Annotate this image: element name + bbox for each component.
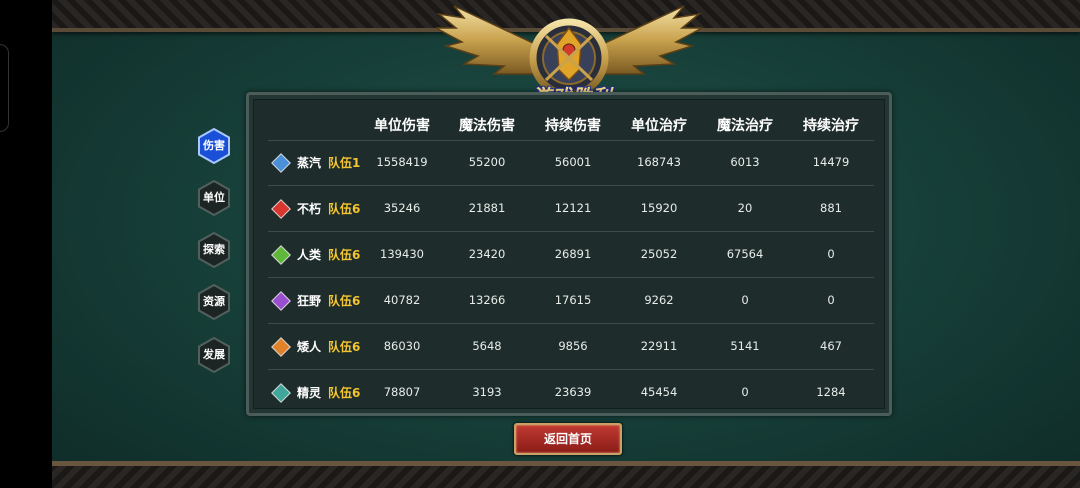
device-left-bezel (0, 0, 52, 488)
divider (268, 277, 874, 278)
stat-cell: 86030 (383, 339, 421, 353)
stat-cell: 0 (741, 293, 749, 307)
stat-cell: 1284 (816, 385, 846, 399)
divider (268, 323, 874, 324)
tab-units-label: 单位 (203, 191, 225, 204)
race-gem-icon (271, 337, 291, 357)
tab-resources-label: 资源 (203, 295, 225, 308)
stat-cell: 0 (741, 385, 749, 399)
team-label: 队伍6 (328, 248, 361, 262)
game-screen: 游戏胜利 伤害 单位 探索 资源 发展 单位伤害 魔法伤害 (52, 0, 1080, 488)
column-header: 魔法伤害 (459, 118, 515, 134)
race-gem-icon (271, 245, 291, 265)
team-label: 队伍6 (328, 202, 361, 216)
stats-table: 单位伤害 魔法伤害 持续伤害 单位治疗 魔法治疗 持续治疗 蒸汽 队伍1 155… (253, 99, 885, 409)
team-label: 队伍6 (328, 386, 361, 400)
stat-cell: 881 (820, 201, 842, 215)
team-label: 队伍1 (328, 156, 361, 170)
race-gem-icon (271, 383, 291, 403)
race-gem-icon (271, 199, 291, 219)
race-name: 人类 (297, 248, 322, 262)
tab-development[interactable]: 发展 (196, 337, 232, 373)
stat-cell: 40782 (383, 293, 421, 307)
stat-cell: 3193 (472, 385, 502, 399)
stat-cell: 25052 (640, 247, 678, 261)
stat-cell: 21881 (468, 201, 506, 215)
tab-development-label: 发展 (203, 348, 225, 361)
stat-cell: 467 (820, 339, 842, 353)
stat-cell: 22911 (640, 339, 678, 353)
stat-cell: 67564 (726, 247, 764, 261)
race-name: 狂野 (297, 294, 322, 308)
column-header: 持续伤害 (545, 118, 601, 134)
stat-cell: 6013 (730, 155, 760, 169)
stat-cell: 23420 (468, 247, 506, 261)
column-header: 魔法治疗 (717, 118, 773, 134)
stat-cell: 12121 (554, 201, 592, 215)
stat-cell: 5648 (472, 339, 502, 353)
race-name: 精灵 (297, 386, 322, 400)
stat-cell: 139430 (380, 247, 424, 261)
team-label: 队伍6 (328, 340, 361, 354)
column-header: 单位治疗 (631, 118, 687, 134)
tab-explore[interactable]: 探索 (196, 232, 232, 268)
divider (268, 369, 874, 370)
bottom-border (52, 461, 1080, 488)
stat-cell: 15920 (640, 201, 678, 215)
stat-cell: 26891 (554, 247, 592, 261)
stat-cell: 20 (737, 201, 753, 215)
device-notch (0, 44, 9, 132)
race-gem-icon (271, 153, 291, 173)
stat-cell: 9856 (558, 339, 588, 353)
tab-damage[interactable]: 伤害 (196, 128, 232, 164)
stat-cell: 13266 (468, 293, 506, 307)
divider (268, 231, 874, 232)
team-label: 队伍6 (328, 294, 361, 308)
stat-cell: 0 (827, 247, 835, 261)
stat-cell: 5141 (730, 339, 760, 353)
divider (268, 185, 874, 186)
stat-cell: 9262 (644, 293, 674, 307)
tab-resources[interactable]: 资源 (196, 284, 232, 320)
tab-damage-label: 伤害 (203, 139, 225, 152)
stat-cell: 56001 (554, 155, 592, 169)
column-header: 持续治疗 (803, 118, 859, 134)
stat-cell: 168743 (637, 155, 681, 169)
tab-units[interactable]: 单位 (196, 180, 232, 216)
stat-cell: 1558419 (376, 155, 428, 169)
stat-cell: 35246 (383, 201, 421, 215)
column-header: 单位伤害 (374, 118, 430, 134)
stats-panel: 单位伤害 魔法伤害 持续伤害 单位治疗 魔法治疗 持续治疗 蒸汽 队伍1 155… (246, 92, 892, 416)
divider (268, 140, 874, 141)
stat-cell: 78807 (383, 385, 421, 399)
race-gem-icon (271, 291, 291, 311)
stat-cell: 17615 (554, 293, 592, 307)
stat-cell: 14479 (812, 155, 850, 169)
race-name: 不朽 (297, 202, 322, 216)
stat-cell: 23639 (554, 385, 592, 399)
return-home-button[interactable]: 返回首页 (514, 423, 622, 455)
stat-cell: 45454 (640, 385, 678, 399)
stat-cell: 0 (827, 293, 835, 307)
race-name: 蒸汽 (297, 156, 322, 170)
stat-cell: 55200 (468, 155, 506, 169)
tab-explore-label: 探索 (203, 243, 225, 256)
race-name: 矮人 (297, 340, 322, 354)
